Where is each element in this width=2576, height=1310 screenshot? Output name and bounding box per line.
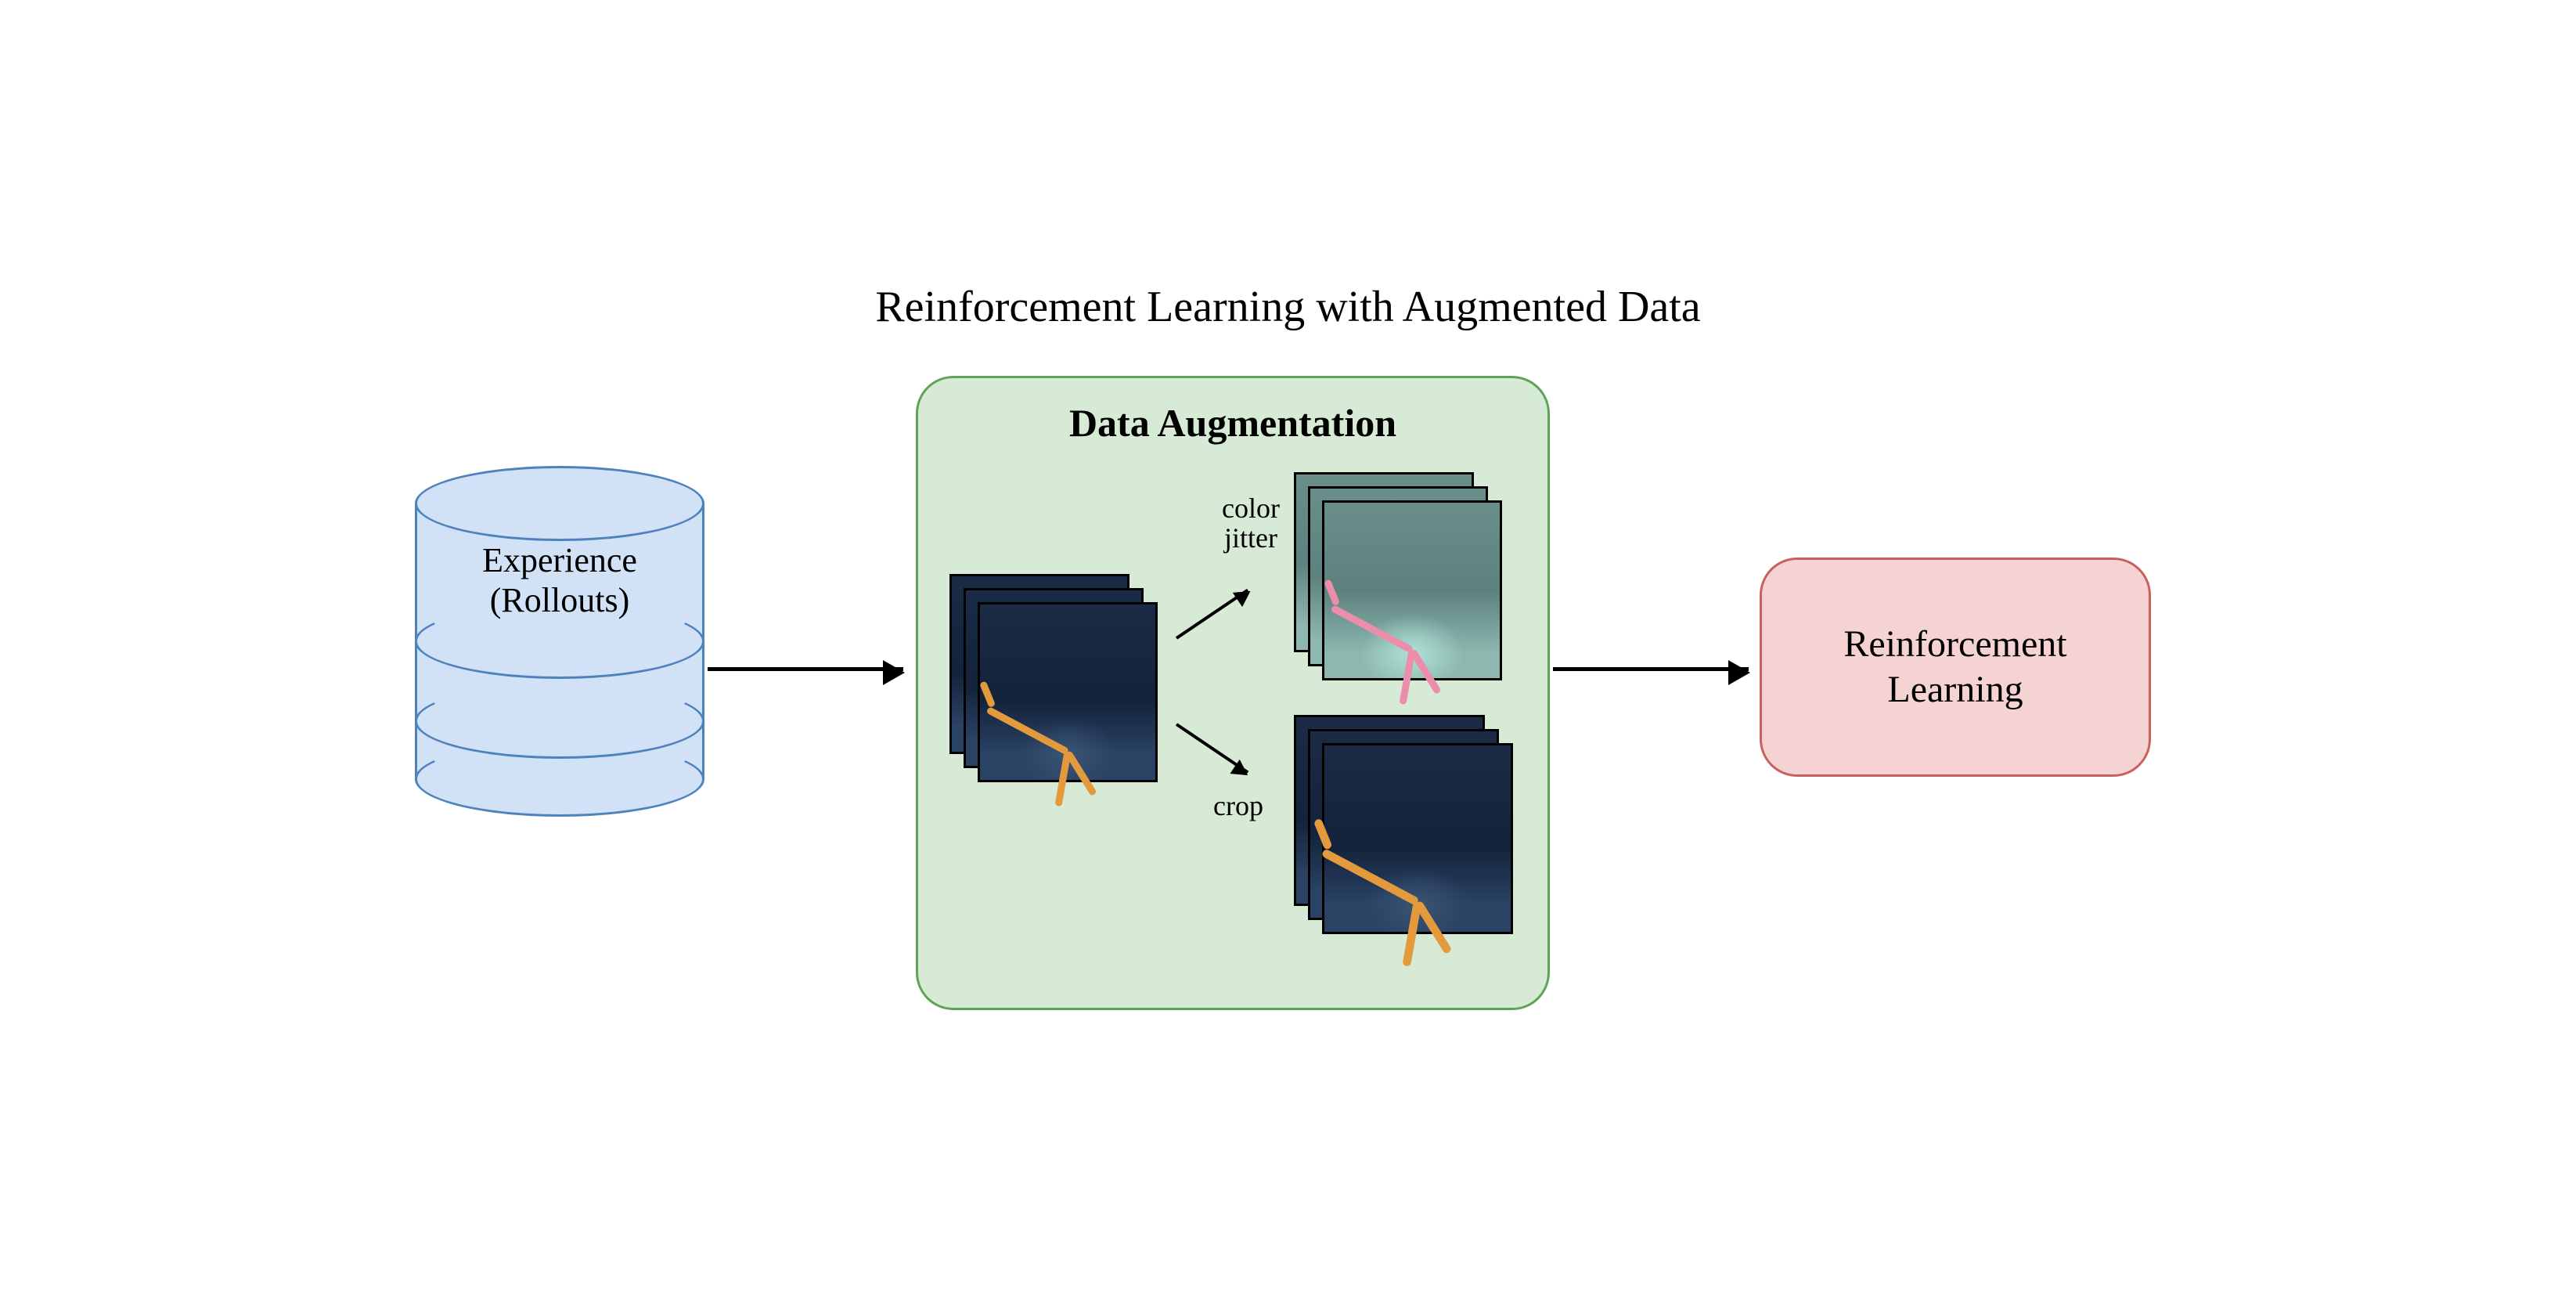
experience-label-line2: (Rollouts) <box>490 581 629 619</box>
diagram-canvas: Reinforcement Learning with Augmented Da… <box>0 0 2576 1310</box>
rl-label-line2: Learning <box>1887 669 2023 710</box>
experience-label: Experience (Rollouts) <box>415 541 704 620</box>
color-jitter-label: color jitter <box>1208 494 1294 554</box>
diagram-title: Reinforcement Learning with Augmented Da… <box>0 282 2576 332</box>
arrow-experience-to-aug <box>708 667 903 671</box>
arrow-aug-to-rl <box>1553 667 1749 671</box>
reinforcement-learning-box: Reinforcement Learning <box>1760 558 2151 777</box>
rl-label-line1: Reinforcement <box>1843 623 2066 665</box>
data-augmentation-box: Data Augmentation color jitter crop <box>916 376 1550 1010</box>
experience-cylinder: Experience (Rollouts) <box>415 466 704 818</box>
arrow-to-crop <box>1176 723 1248 774</box>
arrow-to-color-jitter <box>1176 589 1248 640</box>
crop-label: crop <box>1203 792 1274 821</box>
data-augmentation-title: Data Augmentation <box>918 400 1547 446</box>
experience-label-line1: Experience <box>482 541 637 579</box>
